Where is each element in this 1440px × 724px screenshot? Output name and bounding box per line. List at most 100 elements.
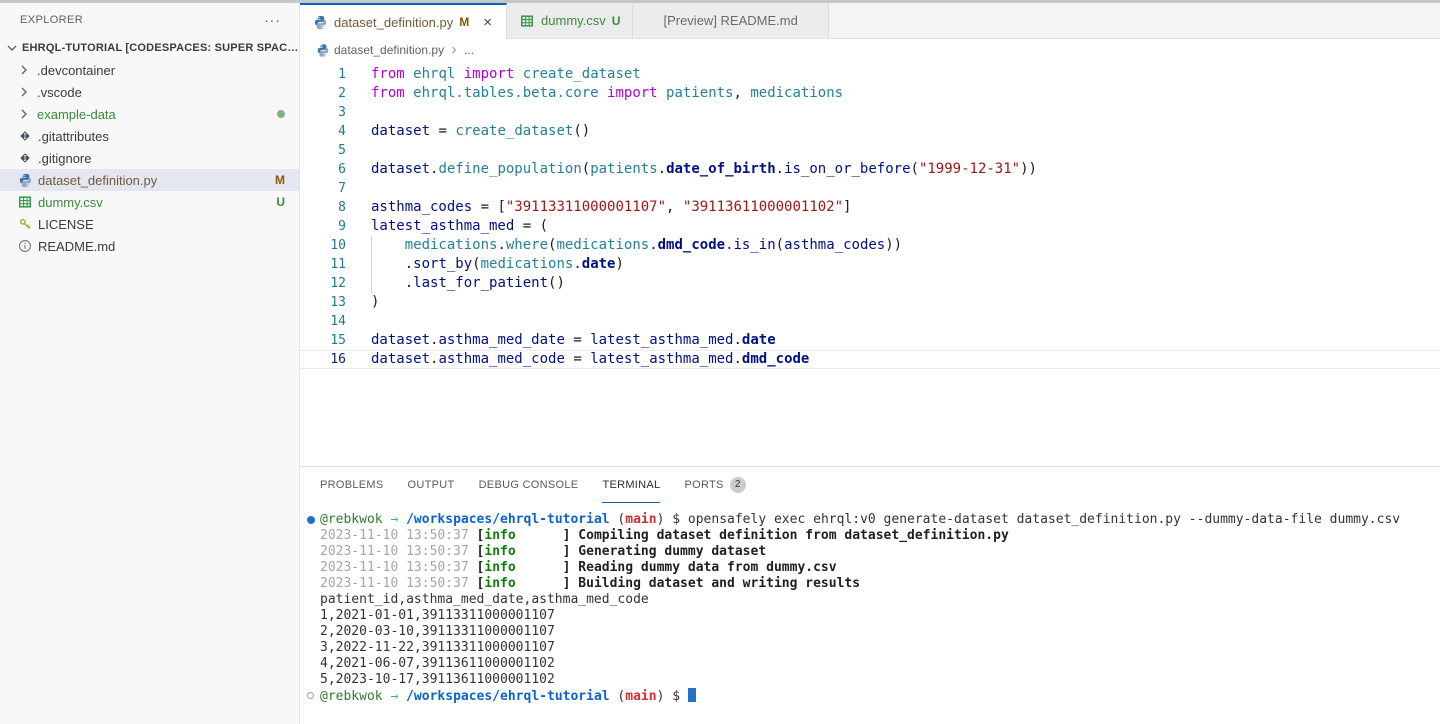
panel-tab-problems[interactable]: PROBLEMS [320,467,384,503]
chevron-right-icon [16,84,32,100]
panel-tab-ports[interactable]: PORTS2 [684,467,745,503]
code-text: dataset.asthma_med_date = latest_asthma_… [346,331,1440,350]
explorer-item-.devcontainer[interactable]: .devcontainer [0,59,299,81]
code-text [346,179,1440,198]
panel-tab-label: PROBLEMS [320,479,384,491]
explorer-item-.gitignore[interactable]: .gitignore [0,147,299,169]
panel-tab-terminal[interactable]: TERMINAL [602,467,660,503]
code-line: 15dataset.asthma_med_date = latest_asthm… [300,331,1440,350]
terminal-line: 2,2020-03-10,39113311000001107 [300,624,1440,640]
chevron-right-icon [16,106,32,122]
info-icon [17,238,33,254]
indent-guide [371,236,372,293]
git-icon [17,150,33,166]
line-number[interactable]: 1 [300,65,346,84]
csv-icon [17,194,33,210]
line-number[interactable]: 13 [300,293,346,312]
editor-group: dataset_definition.pyM×dummy.csvU [Previe… [300,3,1440,724]
code-text: from ehrql.tables.beta.core import patie… [346,84,1440,103]
line-number[interactable]: 14 [300,312,346,331]
line-number[interactable]: 15 [300,331,346,350]
code-text: medications.where(medications.dmd_code.i… [346,236,1440,255]
code-text: asthma_codes = ["39113311000001107", "39… [346,198,1440,217]
explorer-item-readme.md[interactable]: README.md [0,235,299,257]
close-icon[interactable]: × [481,14,494,31]
line-number[interactable]: 7 [300,179,346,198]
line-number[interactable]: 11 [300,255,346,274]
panel-tab-label: TERMINAL [602,479,660,491]
line-number[interactable]: 5 [300,141,346,160]
code-line: 1from ehrql import create_dataset [300,65,1440,84]
python-icon [17,172,33,188]
command-decoration-icon[interactable] [307,692,314,699]
code-text: from ehrql import create_dataset [346,65,1440,84]
code-text: latest_asthma_med = ( [346,217,1440,236]
terminal-line: 2023-11-10 13:50:37 [info ] Reading dumm… [300,560,1440,576]
line-number[interactable]: 3 [300,103,346,122]
file-label: README.md [38,239,285,254]
git-status-badge: M [275,173,285,187]
tab-dataset-definition.py[interactable]: dataset_definition.pyM× [300,3,507,39]
breadcrumb-rest[interactable]: ... [464,43,474,57]
code-line: 10 medications.where(medications.dmd_cod… [300,236,1440,255]
tab-dummy.csv[interactable]: dummy.csvU [507,3,633,38]
panel-tab-output[interactable]: OUTPUT [408,467,455,503]
line-number[interactable]: 9 [300,217,346,236]
panel-tab-debug-console[interactable]: DEBUG CONSOLE [479,467,579,503]
more-actions-icon[interactable]: ··· [264,15,281,25]
code-line: 4dataset = create_dataset() [300,122,1440,141]
terminal-line: 2023-11-10 13:50:37 [info ] Building dat… [300,576,1440,592]
python-icon [312,14,328,30]
code-line: 8asthma_codes = ["39113311000001107", "3… [300,198,1440,217]
explorer-item-dataset-definition.py[interactable]: dataset_definition.pyM [0,169,299,191]
line-number[interactable]: 12 [300,274,346,293]
code-text: dataset = create_dataset() [346,122,1440,141]
terminal-line: 3,2022-11-22,39113311000001107 [300,640,1440,656]
explorer-item-dummy.csv[interactable]: dummy.csvU [0,191,299,213]
breadcrumb-file[interactable]: dataset_definition.py [334,43,444,57]
line-number[interactable]: 10 [300,236,346,255]
code-text: dataset.define_population(patients.date_… [346,160,1440,179]
code-text [346,312,1440,331]
tab--preview-readme.md[interactable]: [Preview] README.md [633,3,828,38]
explorer-title: EXPLORER [20,14,83,26]
tab-label: dataset_definition.py [334,15,453,30]
explorer-header: EXPLORER ··· [0,3,299,37]
line-number[interactable]: 8 [300,198,346,217]
code-line: 6dataset.define_population(patients.date… [300,160,1440,179]
code-line: 7 [300,179,1440,198]
vscode-window: EXPLORER ··· EHRQL-TUTORIAL [CODESPACES:… [0,0,1440,724]
code-text: .sort_by(medications.date) [346,255,1440,274]
line-number[interactable]: 2 [300,84,346,103]
terminal-line: 1,2021-01-01,39113311000001107 [300,608,1440,624]
explorer-root-folder[interactable]: EHRQL-TUTORIAL [CODESPACES: SUPER SPACE … [0,37,299,59]
file-label: .gitignore [38,151,285,166]
git-status-badge: U [276,195,285,209]
line-number[interactable]: 16 [300,350,346,369]
tab-label: [Preview] README.md [663,13,797,28]
file-label: .devcontainer [37,63,285,78]
explorer-item-license[interactable]: LICENSE [0,213,299,235]
terminal-line: @rebkwok → /workspaces/ehrql-tutorial (m… [300,512,1440,528]
terminal-line: 2023-11-10 13:50:37 [info ] Compiling da… [300,528,1440,544]
terminal[interactable]: @rebkwok → /workspaces/ehrql-tutorial (m… [300,503,1440,724]
code-line: 2from ehrql.tables.beta.core import pati… [300,84,1440,103]
code-line: 14 [300,312,1440,331]
root-folder-label: EHRQL-TUTORIAL [CODESPACES: SUPER SPACE … [22,42,299,54]
line-number[interactable]: 6 [300,160,346,179]
code-line: 11 .sort_by(medications.date) [300,255,1440,274]
code-line: 12 .last_for_patient() [300,274,1440,293]
line-number[interactable]: 4 [300,122,346,141]
code-editor[interactable]: 1from ehrql import create_dataset2from e… [300,61,1440,466]
explorer-item-.gitattributes[interactable]: .gitattributes [0,125,299,147]
untracked-dot-badge [277,107,285,121]
code-line: 16dataset.asthma_med_code = latest_asthm… [300,350,1440,369]
terminal-line: 4,2021-06-07,39113611000001102 [300,656,1440,672]
command-decoration-icon[interactable] [307,516,315,524]
terminal-line: patient_id,asthma_med_date,asthma_med_co… [300,592,1440,608]
explorer-item-.vscode[interactable]: .vscode [0,81,299,103]
panel-tab-label: DEBUG CONSOLE [479,479,579,491]
explorer-item-example-data[interactable]: example-data [0,103,299,125]
tab-strip: dataset_definition.pyM×dummy.csvU [Previe… [300,3,1440,39]
code-line: 5 [300,141,1440,160]
